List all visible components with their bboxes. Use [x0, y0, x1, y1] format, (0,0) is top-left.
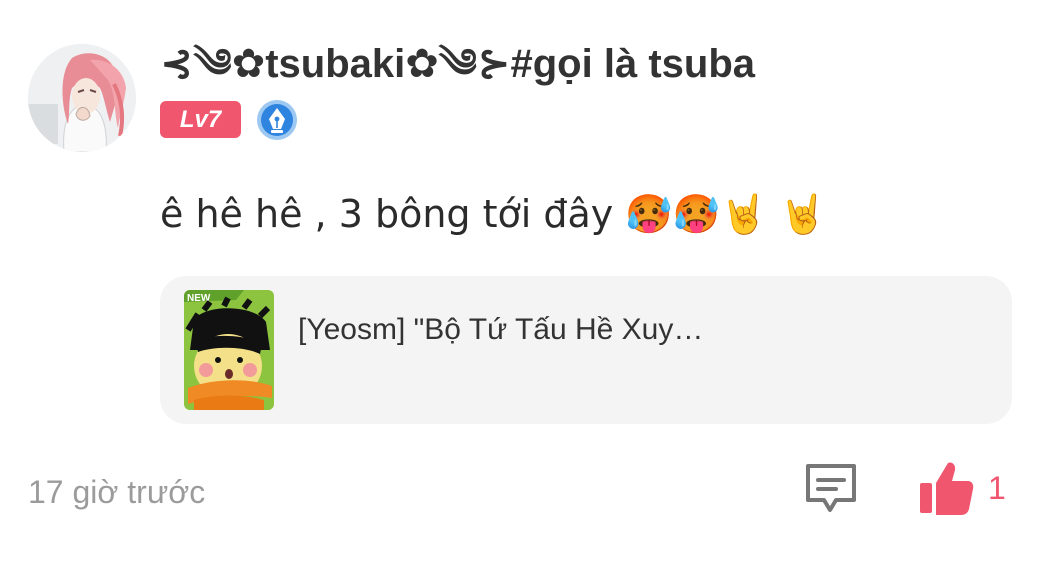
like-count: 1 [988, 470, 1006, 506]
linked-post-title: [Yeosm] "Bộ Tứ Tấu Hề Xuy… [298, 313, 704, 346]
avatar[interactable] [28, 44, 136, 152]
comment-text: ê hê hê , 3 bông tới đây 🥵🥵🤘 🤘 [160, 192, 827, 236]
post-thumbnail: NEW [184, 290, 274, 410]
reply-button[interactable] [802, 460, 860, 518]
linked-post-card[interactable]: NEW [Yeosm] "Bộ Tứ Tấu Hề Xuy… [160, 276, 1012, 424]
username[interactable]: ⊰༄✿tsubaki✿༄⊱#gọi là tsuba [160, 38, 755, 90]
comment-timestamp: 17 giờ trước [28, 474, 206, 510]
like-button[interactable]: 1 [918, 456, 1018, 520]
level-badge: Lv7 [160, 101, 241, 138]
fountain-pen-badge-icon [256, 99, 298, 141]
comment-bubble-icon [806, 464, 856, 512]
thumbs-up-icon [920, 462, 974, 515]
